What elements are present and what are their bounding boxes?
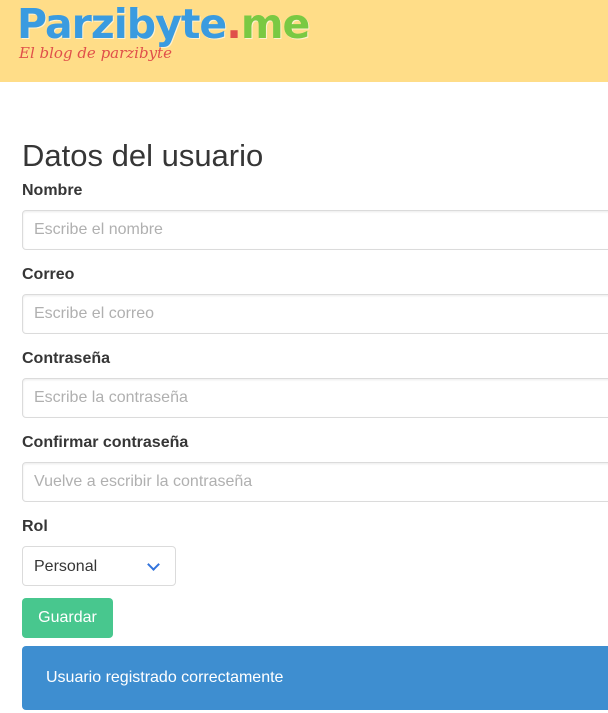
brand-tld: me [240,0,311,48]
brand-name: Parzibyte [17,0,227,48]
password-input[interactable] [22,378,608,418]
site-header: Parzibyte.me El blog de parzibyte [0,0,608,82]
confirm-password-input[interactable] [22,462,608,502]
site-logo[interactable]: Parzibyte.me [17,0,311,48]
email-label: Correo [22,266,75,283]
chevron-down-icon [147,558,160,571]
role-selected-value: Personal [34,558,98,575]
role-label: Rol [22,518,48,535]
name-input[interactable] [22,210,608,250]
email-input[interactable] [22,294,608,334]
confirm-password-label: Confirmar contraseña [22,434,189,451]
password-label: Contraseña [22,350,111,367]
brand-dot: . [226,0,242,48]
save-button[interactable]: Guardar [22,598,113,638]
page-title: Datos del usuario [22,138,264,173]
name-label: Nombre [22,182,83,199]
site-tagline: El blog de parzibyte [19,44,172,62]
success-notification: Usuario registrado correctamente [22,646,608,710]
role-select[interactable]: Personal [22,546,176,586]
